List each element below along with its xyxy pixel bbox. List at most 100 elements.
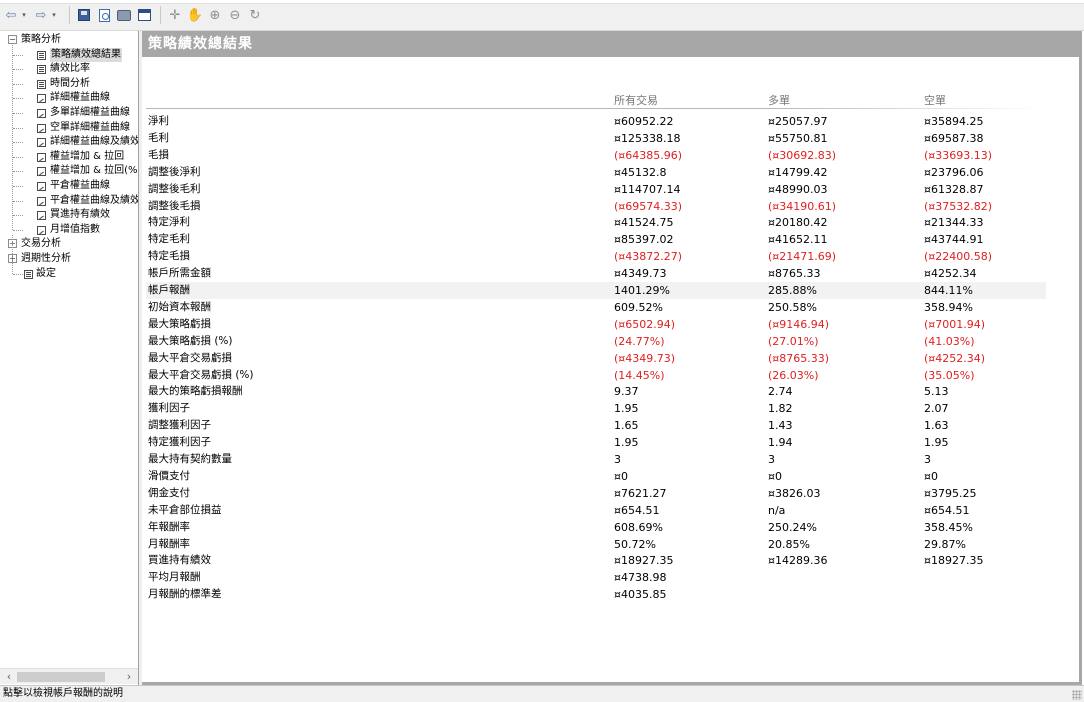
tree-connector bbox=[13, 142, 23, 144]
value-cell: ¤41652.11 bbox=[768, 233, 828, 247]
table-row[interactable]: 調整後毛利 ¤114707.14 ¤48990.03 ¤61328.87 bbox=[146, 181, 1046, 198]
table-row[interactable]: 特定獲利因子 1.95 1.94 1.95 bbox=[146, 434, 1046, 451]
value-cell: 20.85% bbox=[768, 537, 810, 551]
forward-arrow-icon[interactable]: ⇨ bbox=[34, 6, 48, 24]
row-label: 最大策略虧損 (%) bbox=[148, 334, 233, 347]
chart-icon bbox=[37, 211, 46, 221]
navigation-tree-panel: − 策略分析 策略績效總結果 績效比率 時間分析 詳細權益曲線 多單詳細權益曲線… bbox=[0, 31, 139, 685]
hand-pan-icon[interactable]: ✋ bbox=[186, 6, 204, 24]
table-row[interactable]: 最大策略虧損 (%) (24.77%) (27.01%) (41.03%) bbox=[146, 333, 1046, 350]
tree-node-label: 時間分析 bbox=[50, 77, 90, 89]
table-row[interactable]: 淨利 ¤60952.22 ¤25057.97 ¤35894.25 bbox=[146, 113, 1046, 130]
scrollbar-thumb[interactable] bbox=[17, 672, 105, 682]
value-cell: 50.72% bbox=[614, 537, 656, 551]
value-cell: ¤0 bbox=[614, 469, 628, 483]
tree-connector bbox=[13, 156, 23, 158]
collapse-icon[interactable]: − bbox=[8, 35, 17, 44]
toolbar-separator bbox=[160, 6, 161, 24]
row-label: 佣金支付 bbox=[148, 486, 190, 499]
value-cell: ¤4252.34 bbox=[924, 267, 977, 281]
tree-node-label: 交易分析 bbox=[21, 238, 61, 250]
table-row[interactable]: 最大策略虧損 (¤6502.94) (¤9146.94) (¤7001.94) bbox=[146, 316, 1046, 333]
table-row[interactable]: 最大的策略虧損報酬 9.37 2.74 5.13 bbox=[146, 383, 1046, 400]
table-row[interactable]: 月報酬的標準差 ¤4035.85 bbox=[146, 586, 1046, 603]
table-row[interactable]: 最大平倉交易虧損 (¤4349.73) (¤8765.33) (¤4252.34) bbox=[146, 350, 1046, 367]
table-row[interactable]: 調整獲利因子 1.65 1.43 1.63 bbox=[146, 417, 1046, 434]
row-label: 調整後毛利 bbox=[148, 182, 201, 195]
print-icon[interactable] bbox=[115, 6, 133, 24]
tree-node-label: 詳細權益曲線及績效 bbox=[50, 136, 139, 148]
scroll-left-icon[interactable]: ‹ bbox=[1, 669, 17, 685]
table-row[interactable]: 最大持有契約數量 3 3 3 bbox=[146, 451, 1046, 468]
tree-connector bbox=[13, 229, 23, 231]
value-cell: (¤33693.13) bbox=[924, 148, 993, 162]
back-arrow-icon[interactable]: ⇦ bbox=[4, 6, 18, 24]
chart-icon bbox=[37, 182, 46, 191]
forward-dropdown-icon[interactable]: ▾ bbox=[50, 6, 58, 24]
print-preview-icon[interactable] bbox=[95, 6, 113, 24]
zoom-in-icon[interactable]: ⊕ bbox=[206, 6, 224, 24]
table-row[interactable]: 調整後毛損 (¤69574.33) (¤34190.61) (¤37532.82) bbox=[146, 198, 1046, 215]
value-cell: (¤4349.73) bbox=[614, 351, 676, 365]
table-row[interactable]: 買進持有績效 ¤18927.35 ¤14289.36 ¤18927.35 bbox=[146, 552, 1046, 569]
row-label: 特定毛利 bbox=[148, 233, 190, 246]
table-row[interactable]: 特定淨利 ¤41524.75 ¤20180.42 ¤21344.33 bbox=[146, 214, 1046, 231]
table-row[interactable]: 調整後淨利 ¤45132.8 ¤14799.42 ¤23796.06 bbox=[146, 164, 1046, 181]
zoom-out-icon[interactable]: ⊖ bbox=[226, 6, 244, 24]
table-row[interactable]: 未平倉部位損益 ¤654.51 n/a ¤654.51 bbox=[146, 502, 1046, 519]
row-label: 滑價支付 bbox=[148, 469, 190, 482]
row-label: 最大的策略虧損報酬 bbox=[148, 385, 243, 398]
row-label: 調整獲利因子 bbox=[148, 419, 211, 432]
column-header-long: 多單 bbox=[768, 94, 790, 107]
table-row[interactable]: 特定毛損 (¤43872.27) (¤21471.69) (¤22400.58) bbox=[146, 248, 1046, 265]
tree-connector bbox=[13, 54, 23, 56]
value-cell: ¤3795.25 bbox=[924, 486, 977, 500]
table-icon bbox=[37, 50, 46, 60]
resize-grip-icon[interactable] bbox=[1072, 690, 1082, 700]
value-cell: (27.01%) bbox=[768, 334, 819, 348]
row-label: 未平倉部位損益 bbox=[148, 503, 222, 516]
crosshair-icon[interactable]: ✛ bbox=[166, 6, 184, 24]
table-row[interactable]: 毛損 (¤64385.96) (¤30692.83) (¤33693.13) bbox=[146, 147, 1046, 164]
scroll-right-icon[interactable]: › bbox=[121, 669, 137, 685]
row-label: 特定毛損 bbox=[148, 250, 190, 263]
value-cell: 1.94 bbox=[768, 436, 793, 450]
column-header-short: 空單 bbox=[924, 94, 946, 107]
table-row[interactable]: 最大平倉交易虧損 (%) (14.45%) (26.03%) (35.05%) bbox=[146, 367, 1046, 384]
value-cell: (¤22400.58) bbox=[924, 250, 993, 264]
table-row[interactable]: 獲利因子 1.95 1.82 2.07 bbox=[146, 400, 1046, 417]
value-cell: (¤8765.33) bbox=[768, 351, 830, 365]
value-cell: 3 bbox=[924, 453, 931, 466]
table-row[interactable]: 帳戶報酬 1401.29% 285.88% 844.11% bbox=[146, 282, 1046, 299]
tree-connector bbox=[13, 186, 23, 187]
table-row[interactable]: 平均月報酬 ¤4738.98 bbox=[146, 569, 1046, 586]
table-row[interactable]: 毛利 ¤125338.18 ¤55750.81 ¤69587.38 bbox=[146, 130, 1046, 147]
value-cell: 1.65 bbox=[614, 419, 639, 433]
grid-view-icon[interactable] bbox=[135, 6, 153, 24]
row-label: 特定獲利因子 bbox=[148, 436, 211, 449]
table-row[interactable]: 初始資本報酬 609.52% 250.58% 358.94% bbox=[146, 299, 1046, 316]
value-cell: ¤18927.35 bbox=[924, 554, 984, 568]
save-icon[interactable] bbox=[75, 6, 93, 24]
table-row[interactable]: 特定毛利 ¤85397.02 ¤41652.11 ¤43744.91 bbox=[146, 231, 1046, 248]
back-dropdown-icon[interactable]: ▾ bbox=[20, 6, 28, 24]
table-icon bbox=[24, 269, 33, 279]
value-cell: (35.05%) bbox=[924, 368, 975, 382]
row-label: 調整後毛損 bbox=[148, 199, 201, 212]
value-cell: ¤85397.02 bbox=[614, 233, 674, 247]
tree-horizontal-scrollbar[interactable]: ‹ › bbox=[0, 668, 138, 685]
tree-node-label: 多單詳細權益曲線 bbox=[50, 107, 130, 118]
table-row[interactable]: 年報酬率 608.69% 250.24% 358.45% bbox=[146, 519, 1046, 536]
value-cell: ¤0 bbox=[768, 469, 782, 483]
column-header-all-trades: 所有交易 bbox=[614, 94, 658, 107]
value-cell: 285.88% bbox=[768, 284, 817, 297]
table-row[interactable]: 佣金支付 ¤7621.27 ¤3826.03 ¤3795.25 bbox=[146, 485, 1046, 502]
value-cell: ¤45132.8 bbox=[614, 165, 667, 179]
value-cell: ¤23796.06 bbox=[924, 165, 984, 179]
value-cell: 2.07 bbox=[924, 402, 949, 416]
table-row[interactable]: 帳戶所需金額 ¤4349.73 ¤8765.33 ¤4252.34 bbox=[146, 265, 1046, 282]
table-row[interactable]: 滑價支付 ¤0 ¤0 ¤0 bbox=[146, 468, 1046, 485]
row-label: 毛損 bbox=[148, 148, 169, 161]
refresh-icon[interactable]: ↻ bbox=[246, 6, 264, 24]
table-row[interactable]: 月報酬率 50.72% 20.85% 29.87% bbox=[146, 536, 1046, 553]
